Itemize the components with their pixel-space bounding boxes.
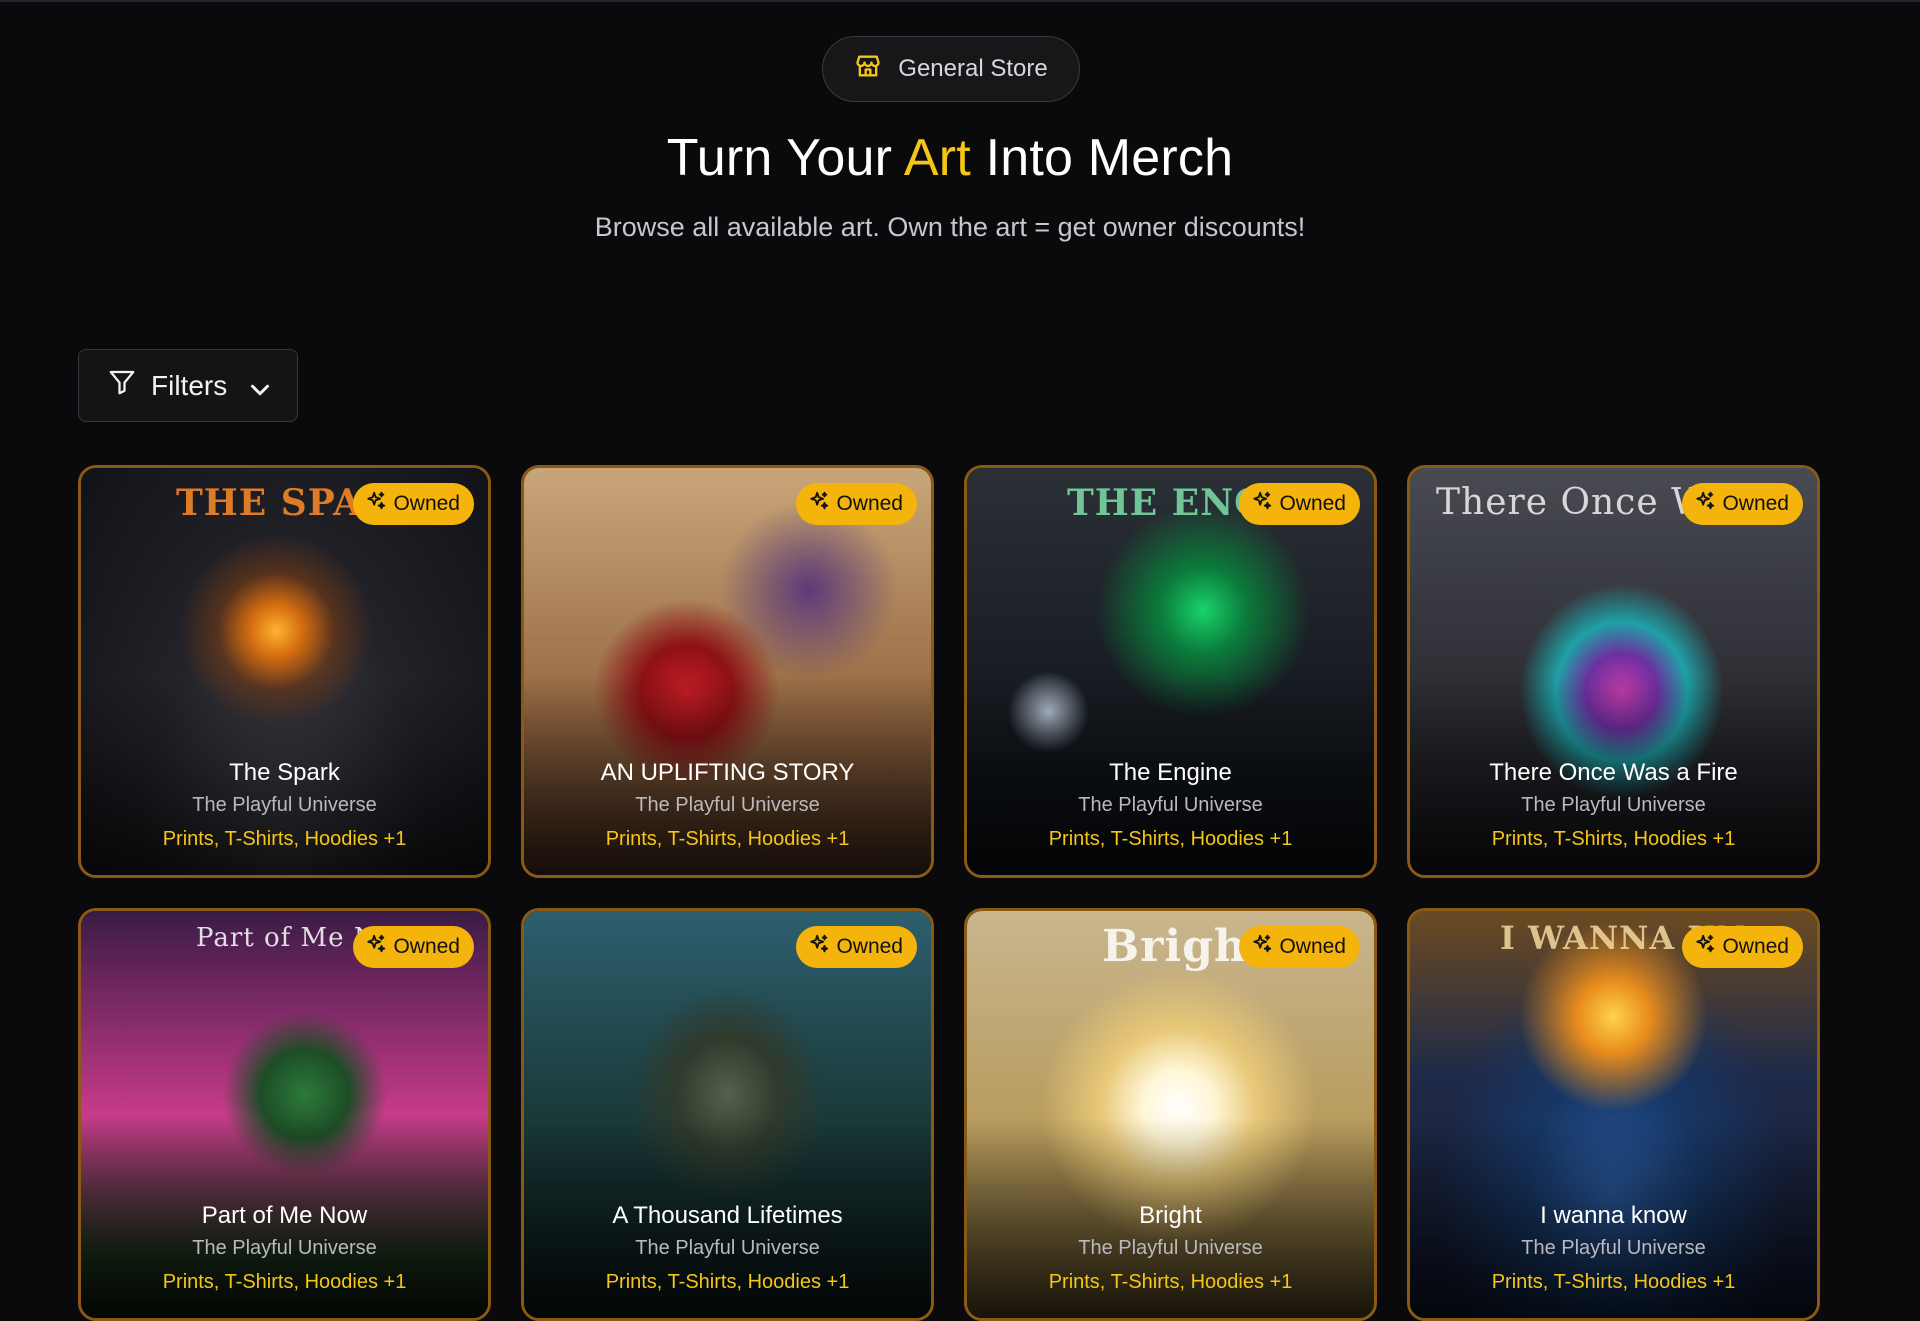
sparkles-icon: [365, 933, 387, 961]
owned-badge-label: Owned: [1722, 935, 1789, 958]
card-title: There Once Was a Fire: [1489, 759, 1738, 786]
card-artist: The Playful Universe: [192, 794, 377, 816]
card-title: Bright: [1139, 1202, 1202, 1229]
owned-badge-label: Owned: [1279, 935, 1346, 958]
owned-badge-label: Owned: [393, 492, 460, 515]
sparkles-icon: [365, 490, 387, 518]
card-title: I wanna know: [1540, 1202, 1687, 1229]
card-info: A Thousand Lifetimes The Playful Univers…: [524, 1200, 931, 1300]
store-label: General Store: [898, 55, 1048, 82]
owned-badge-label: Owned: [1722, 492, 1789, 515]
sparkles-icon: [808, 933, 830, 961]
art-card[interactable]: Owned A Thousand Lifetimes The Playful U…: [521, 908, 934, 1321]
card-info: The Engine The Playful Universe Prints, …: [967, 757, 1374, 857]
card-title: AN UPLIFTING STORY: [600, 759, 855, 786]
card-artist: The Playful Universe: [1521, 794, 1706, 816]
title-part-1: Turn Your: [666, 129, 904, 187]
art-grid: THE SPAR Owned The Spark The Playful Uni…: [78, 465, 1822, 1321]
page-subtitle: Browse all available art. Own the art = …: [594, 212, 1306, 242]
card-merch-types: Prints, T-Shirts, Hoodies +1: [1048, 1271, 1293, 1293]
card-title: The Engine: [1109, 759, 1232, 786]
title-part-2: Into Merch: [970, 129, 1234, 187]
card-artist: The Playful Universe: [635, 794, 820, 816]
card-info: Bright The Playful Universe Prints, T-Sh…: [967, 1200, 1374, 1300]
card-title: Part of Me Now: [201, 1202, 368, 1229]
card-merch-types: Prints, T-Shirts, Hoodies +1: [1491, 828, 1736, 850]
owned-badge-label: Owned: [836, 935, 903, 958]
filter-icon: [107, 367, 137, 404]
art-card[interactable]: Owned AN UPLIFTING STORY The Playful Uni…: [521, 465, 934, 878]
chevron-down-icon: [245, 375, 270, 397]
art-card[interactable]: Part of Me N Owned Part of Me Now The Pl…: [78, 908, 491, 1321]
card-merch-types: Prints, T-Shirts, Hoodies +1: [605, 1271, 850, 1293]
sparkles-icon: [808, 490, 830, 518]
sparkles-icon: [1694, 933, 1716, 961]
owned-badge: Owned: [353, 483, 474, 525]
owned-badge: Owned: [796, 483, 917, 525]
art-card[interactable]: THE ENGIN Owned The Engine The Playful U…: [964, 465, 1377, 878]
card-merch-types: Prints, T-Shirts, Hoodies +1: [162, 828, 407, 850]
art-card[interactable]: THE SPAR Owned The Spark The Playful Uni…: [78, 465, 491, 878]
owned-badge-label: Owned: [1279, 492, 1346, 515]
title-accent: Art: [903, 129, 971, 187]
owned-badge-label: Owned: [393, 935, 460, 958]
owned-badge: Owned: [1239, 926, 1360, 968]
card-artist: The Playful Universe: [1078, 794, 1263, 816]
card-artist: The Playful Universe: [192, 1237, 377, 1259]
owned-badge: Owned: [1682, 483, 1803, 525]
owned-badge-label: Owned: [836, 492, 903, 515]
card-merch-types: Prints, T-Shirts, Hoodies +1: [162, 1271, 407, 1293]
top-divider: [0, 0, 1920, 2]
card-info: Part of Me Now The Playful Universe Prin…: [81, 1200, 488, 1300]
owned-badge: Owned: [796, 926, 917, 968]
card-title: A Thousand Lifetimes: [612, 1202, 843, 1229]
filters-label: Filters: [151, 369, 228, 401]
art-card[interactable]: Bright Owned Bright The Playful Universe…: [964, 908, 1377, 1321]
sparkles-icon: [1694, 490, 1716, 518]
owned-badge: Owned: [1239, 483, 1360, 525]
card-merch-types: Prints, T-Shirts, Hoodies +1: [1491, 1271, 1736, 1293]
card-artist: The Playful Universe: [635, 1237, 820, 1259]
owned-badge: Owned: [353, 926, 474, 968]
card-artist: The Playful Universe: [1078, 1237, 1263, 1259]
sparkles-icon: [1251, 933, 1273, 961]
card-info: The Spark The Playful Universe Prints, T…: [81, 757, 488, 857]
store-badge[interactable]: General Store: [822, 36, 1080, 102]
card-info: There Once Was a Fire The Playful Univer…: [1410, 757, 1817, 857]
card-info: AN UPLIFTING STORY The Playful Universe …: [524, 757, 931, 857]
card-merch-types: Prints, T-Shirts, Hoodies +1: [605, 828, 850, 850]
filters-button[interactable]: Filters: [78, 349, 298, 422]
page-title: Turn Your Art Into Merch: [0, 128, 1900, 188]
card-info: I wanna know The Playful Universe Prints…: [1410, 1200, 1817, 1300]
card-title: The Spark: [229, 759, 340, 786]
art-card[interactable]: I WANNA KN Owned I wanna know The Playfu…: [1407, 908, 1820, 1321]
card-artist: The Playful Universe: [1521, 1237, 1706, 1259]
owned-badge: Owned: [1682, 926, 1803, 968]
store-icon: [854, 52, 882, 87]
art-card[interactable]: There Once Wa Owned There Once Was a Fir…: [1407, 465, 1820, 878]
card-merch-types: Prints, T-Shirts, Hoodies +1: [1048, 828, 1293, 850]
sparkles-icon: [1251, 490, 1273, 518]
